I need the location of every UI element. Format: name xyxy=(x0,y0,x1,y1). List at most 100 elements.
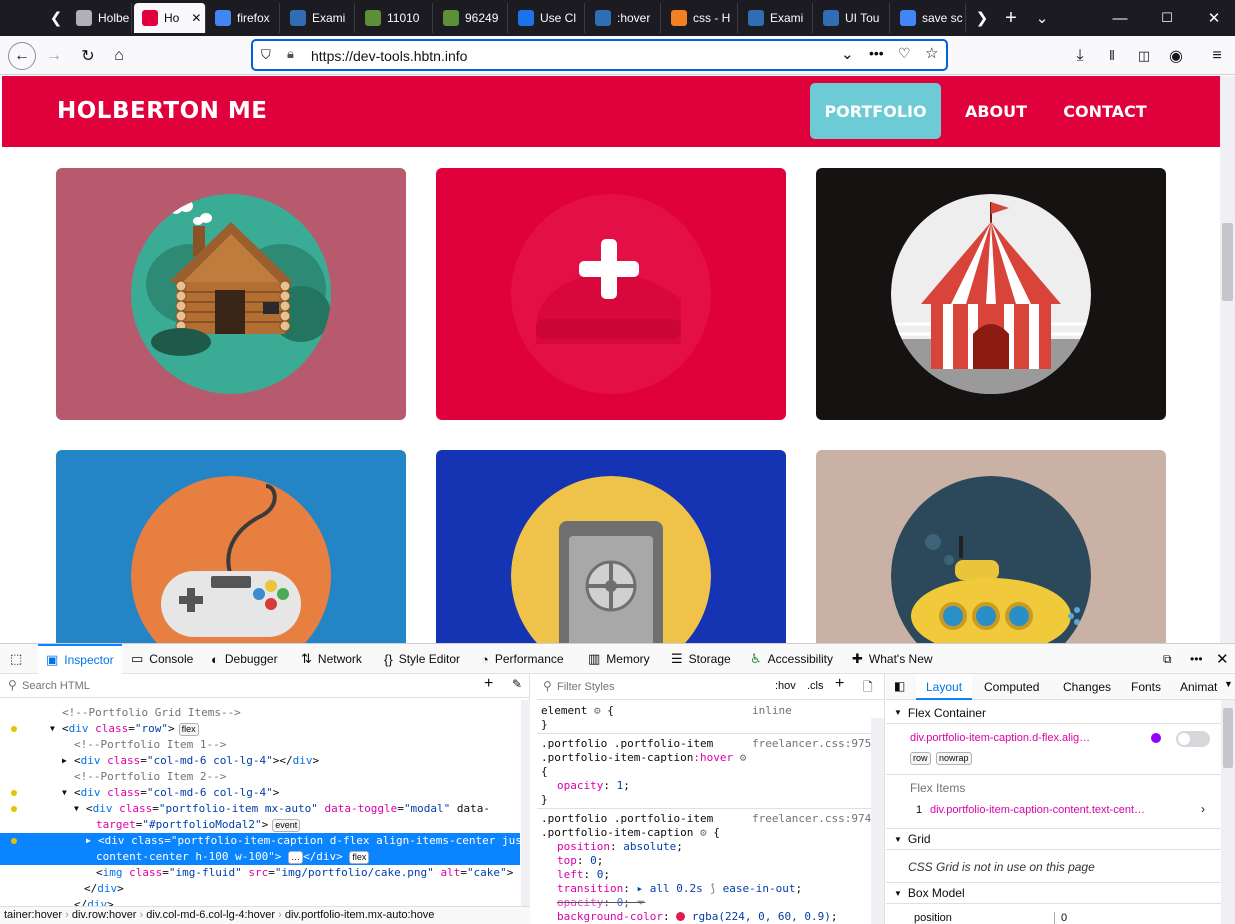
url-text[interactable]: https://dev-tools.hbtn.info xyxy=(311,48,467,64)
rule-source-link[interactable]: inline xyxy=(752,704,792,718)
expand-toggle-icon[interactable]: ▼ xyxy=(50,721,55,737)
home-button[interactable]: ⌂ xyxy=(105,42,133,70)
site-brand[interactable]: HOLBERTON ME xyxy=(57,98,267,124)
expand-toggle-icon[interactable]: ▶ xyxy=(62,753,67,769)
minimize-icon[interactable]: — xyxy=(1108,6,1132,30)
downloads-icon[interactable]: ⤓ xyxy=(1066,42,1094,70)
tab-network[interactable]: ⇅ Network xyxy=(301,644,362,674)
search-html-input[interactable] xyxy=(22,677,462,695)
flexbox-overlay-toggle[interactable] xyxy=(1176,731,1210,747)
css-declaration[interactable]: background-color: rgba(224, 0, 60, 0.9); xyxy=(557,910,838,924)
css-declaration[interactable]: opacity: 1; xyxy=(557,779,630,793)
browser-tab[interactable]: firefox xyxy=(207,3,280,33)
nav-link-portfolio[interactable]: PORTFOLIO xyxy=(810,83,941,139)
markup-scrollbar[interactable] xyxy=(521,700,530,906)
markup-node[interactable]: ▼ <div class="col-md-6 col-lg-4"> xyxy=(0,785,520,801)
portfolio-item-cake[interactable] xyxy=(436,168,786,420)
back-button[interactable]: ← xyxy=(8,42,36,70)
add-rule-icon[interactable]: + xyxy=(835,675,844,693)
lock-icon[interactable]: 🔒︎ xyxy=(287,46,294,62)
rule-source-link[interactable]: freelancer.css:9749 xyxy=(752,812,877,826)
rule-selector[interactable]: .portfolio-item-caption:hover ⚙ xyxy=(541,751,746,765)
browser-tab[interactable]: Exami xyxy=(282,3,355,33)
markup-comment[interactable]: <!--Portfolio Item 1--> xyxy=(0,737,520,753)
selected-markup-node[interactable]: ▶ <div class="portfolio-item-caption d-fl… xyxy=(0,833,555,865)
grid-header[interactable]: ▼ Grid xyxy=(886,828,1235,850)
account-icon[interactable]: ◉ xyxy=(1162,42,1190,70)
shield-icon[interactable]: ⛉ xyxy=(261,47,271,63)
nav-link-contact[interactable]: CONTACT xyxy=(1058,83,1152,139)
box-model-header[interactable]: ▼ Box Model xyxy=(886,882,1235,904)
node-badge[interactable]: event xyxy=(272,819,301,832)
collapsed-children-icon[interactable]: … xyxy=(288,851,304,864)
tab-performance[interactable]: ◔ Performance xyxy=(481,644,564,674)
tab-scroll-right-icon[interactable]: ❯ xyxy=(970,6,994,30)
reload-button[interactable]: ↻ xyxy=(74,42,102,70)
forward-button[interactable]: → xyxy=(40,42,68,70)
browser-tab[interactable]: :hover xyxy=(587,3,661,33)
expand-toggle-icon[interactable]: ▶ xyxy=(86,833,91,849)
url-dropdown-icon[interactable]: ⌄ xyxy=(841,45,854,63)
page-scrollbar-thumb[interactable] xyxy=(1222,223,1233,301)
menu-icon[interactable]: ≡ xyxy=(1203,42,1231,70)
portfolio-item-game[interactable] xyxy=(56,450,406,643)
flex-container-header[interactable]: ▼ Flex Container xyxy=(886,702,1235,724)
tab-debugger[interactable]: ◐ Debugger xyxy=(211,644,278,674)
tab-scroll-left-icon[interactable]: ❮ xyxy=(44,6,68,30)
tab-style-editor[interactable]: {} Style Editor xyxy=(384,644,460,674)
breadcrumb-item[interactable]: div.row:hover xyxy=(72,909,137,921)
close-window-icon[interactable]: ✕ xyxy=(1202,6,1226,30)
portfolio-item-safe[interactable] xyxy=(436,450,786,643)
rule-selector[interactable]: element ⚙ { xyxy=(541,704,614,718)
browser-tab[interactable]: UI Tou xyxy=(815,3,890,33)
rule-selector[interactable]: .portfolio-item-caption ⚙ { xyxy=(541,826,720,840)
tab-inspector[interactable]: ▣ Inspector xyxy=(38,644,122,674)
breadcrumb-item[interactable]: div.col-md-6.col-lg-4:hover xyxy=(146,909,275,921)
flex-container-element[interactable]: div.portfolio-item-caption.d-flex.alig… xyxy=(910,732,1090,744)
tab-accessibility[interactable]: ♿︎ Accessibility xyxy=(750,644,833,674)
tab-layout[interactable]: Layout xyxy=(916,674,973,700)
tab-changes[interactable]: Changes xyxy=(1063,680,1111,694)
tabs-overflow-icon[interactable]: ▼ xyxy=(1224,679,1233,689)
maximize-icon[interactable]: ☐ xyxy=(1155,6,1179,30)
browser-tab[interactable]: css - H xyxy=(663,3,738,33)
portfolio-item-circus[interactable] xyxy=(816,168,1166,420)
css-declaration[interactable]: top: 0; xyxy=(557,854,603,868)
css-declaration[interactable]: opacity: 0; ⏷ xyxy=(557,896,645,910)
browser-tab[interactable]: Exami xyxy=(740,3,813,33)
tab-whats-new[interactable]: ✚ What's New xyxy=(852,644,933,674)
layout-scrollbar[interactable] xyxy=(1221,700,1235,924)
add-node-icon[interactable]: + xyxy=(484,675,493,693)
markup-node[interactable]: ▶ <div class="col-md-6 col-lg-4"></div> xyxy=(0,753,520,769)
devtools-options-icon[interactable]: ••• xyxy=(1190,644,1203,674)
close-devtools-icon[interactable]: ✕ xyxy=(1216,644,1229,674)
print-media-icon[interactable]: 🗋︎ xyxy=(863,678,873,699)
url-bar[interactable]: ⛉ 🔒︎ https://dev-tools.hbtn.info ⌄ ••• ♡… xyxy=(252,40,947,70)
browser-tab[interactable]: Use Cl xyxy=(510,3,585,33)
markup-node[interactable]: ▼ <div class="portfolio-item mx-auto" dat… xyxy=(0,801,520,817)
tab-console[interactable]: ▭ Console xyxy=(131,644,193,674)
page-scrollbar[interactable] xyxy=(1220,76,1235,643)
rule-selector[interactable]: .portfolio .portfolio-item xyxy=(541,737,713,751)
element-picker-icon[interactable]: ⬚ xyxy=(10,644,30,674)
markup-node[interactable]: ▼ <div class="row"> flex xyxy=(0,721,520,737)
css-declaration[interactable]: left: 0; xyxy=(557,868,610,882)
markup-comment[interactable]: <!--Portfolio Grid Items--> xyxy=(0,705,520,721)
flex-highlight-swatch[interactable] xyxy=(1151,733,1161,743)
page-actions-icon[interactable]: ••• xyxy=(869,45,884,61)
markup-node[interactable]: target="#portfolioModal2"> event xyxy=(0,817,520,833)
portfolio-item-cabin[interactable] xyxy=(56,168,406,420)
expand-toggle-icon[interactable]: ▼ xyxy=(74,801,79,817)
library-icon[interactable]: ⫴ xyxy=(1098,42,1126,70)
flex-item-element[interactable]: div.portfolio-item-caption-content.text-… xyxy=(930,804,1145,816)
browser-tab[interactable]: save sc xyxy=(892,3,966,33)
browser-tab[interactable]: 11010 xyxy=(357,3,433,33)
portfolio-item-submarine[interactable] xyxy=(816,450,1166,643)
tab-computed[interactable]: Computed xyxy=(984,680,1039,694)
new-tab-icon[interactable]: + xyxy=(999,6,1023,30)
filter-styles-input[interactable] xyxy=(557,678,757,696)
tab-memory[interactable]: ▥ Memory xyxy=(588,644,650,674)
rules-scrollbar[interactable] xyxy=(871,718,884,924)
close-tab-icon[interactable]: ✕ xyxy=(191,11,201,25)
tab-animations[interactable]: Animat xyxy=(1180,680,1217,694)
